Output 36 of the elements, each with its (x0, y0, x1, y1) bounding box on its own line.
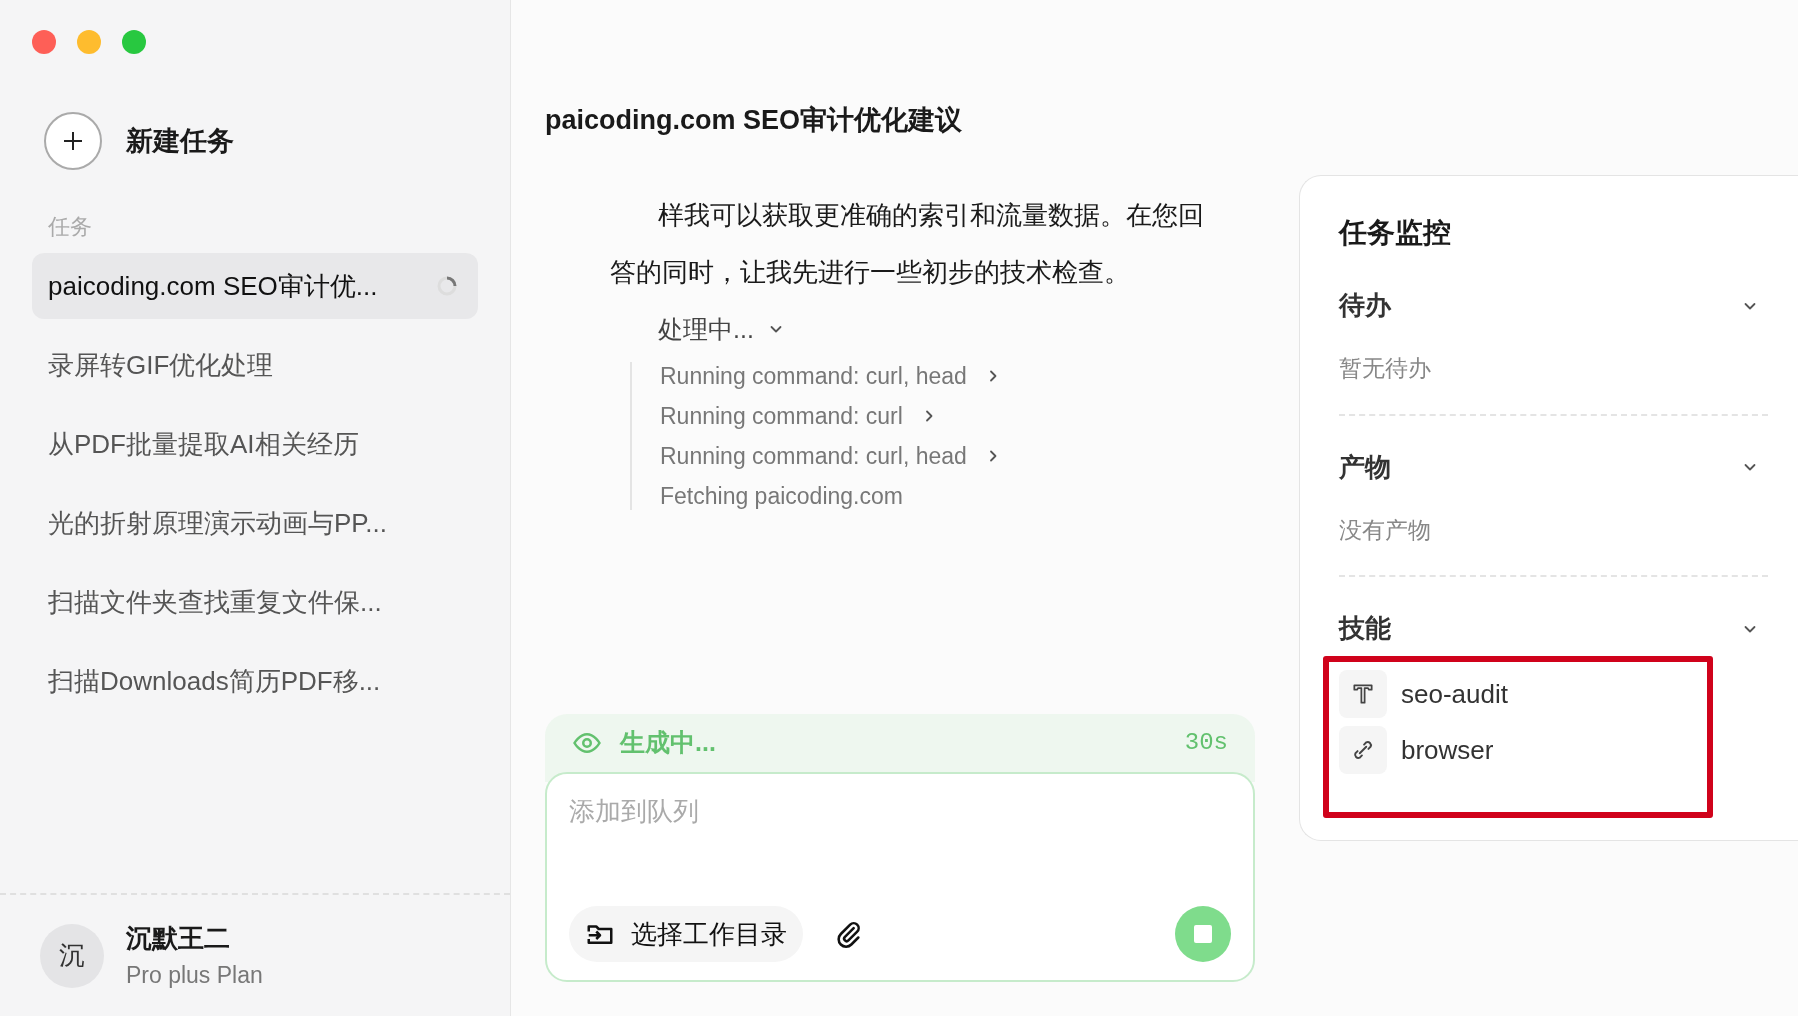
queue-input[interactable]: 添加到队列 (569, 792, 1231, 831)
task-item[interactable]: 扫描文件夹查找重复文件保... (32, 569, 478, 635)
empty-text: 暂无待办 (1339, 354, 1432, 383)
task-item[interactable]: paicoding.com SEO审计优... (32, 253, 478, 319)
spinner-icon (436, 275, 458, 297)
empty-text: 没有产物 (1339, 515, 1432, 545)
close-window-icon[interactable] (32, 30, 56, 54)
message-text: 样我可以获取更准确的索引和流量数据。在您回答的同时，让我先进行一些初步的技术检查。 (610, 198, 1205, 289)
panel-title: 任务监控 (1339, 216, 1452, 250)
process-step[interactable]: Running command: curl, head (660, 442, 1255, 470)
skill-name: browser (1401, 733, 1494, 767)
section-label: 任务 (48, 213, 93, 241)
section-title: 技能 (1339, 612, 1391, 645)
processing-toggle[interactable]: 处理中... (658, 310, 1255, 348)
user-avatar[interactable]: 沉 (40, 923, 104, 988)
elapsed-time: 30s (1184, 728, 1228, 758)
process-step[interactable]: Running command: curl, head (660, 362, 1255, 390)
plus-icon (61, 129, 85, 153)
process-step[interactable]: Running command: curl (660, 402, 1255, 430)
section-title: 待办 (1339, 289, 1391, 322)
folder-button[interactable]: 选择工作目录 (569, 906, 803, 962)
new-task-button[interactable]: 新建任务 (44, 112, 510, 170)
task-item[interactable]: 光的折射原理演示动画与PP... (32, 490, 478, 556)
stop-icon (1194, 925, 1212, 943)
user-name: 沉默王二 (126, 921, 231, 955)
chat-title: paicoding.com SEO审计优化建议 (545, 104, 964, 137)
process-step: Fetching paicoding.com (660, 482, 1255, 510)
task-item[interactable]: 录屏转GIF优化处理 (32, 332, 478, 398)
user-plan: Pro plus Plan (126, 960, 263, 990)
skill-name: seo-audit (1401, 677, 1508, 711)
section-title: 产物 (1339, 450, 1391, 484)
text-icon (1350, 681, 1376, 707)
task-item[interactable]: 扫描Downloads简历PDF移... (32, 648, 478, 714)
paperclip-icon[interactable] (835, 920, 863, 948)
status-label: 生成中... (620, 727, 716, 759)
task-item[interactable]: 从PDF批量提取AI相关经历 (32, 411, 478, 477)
